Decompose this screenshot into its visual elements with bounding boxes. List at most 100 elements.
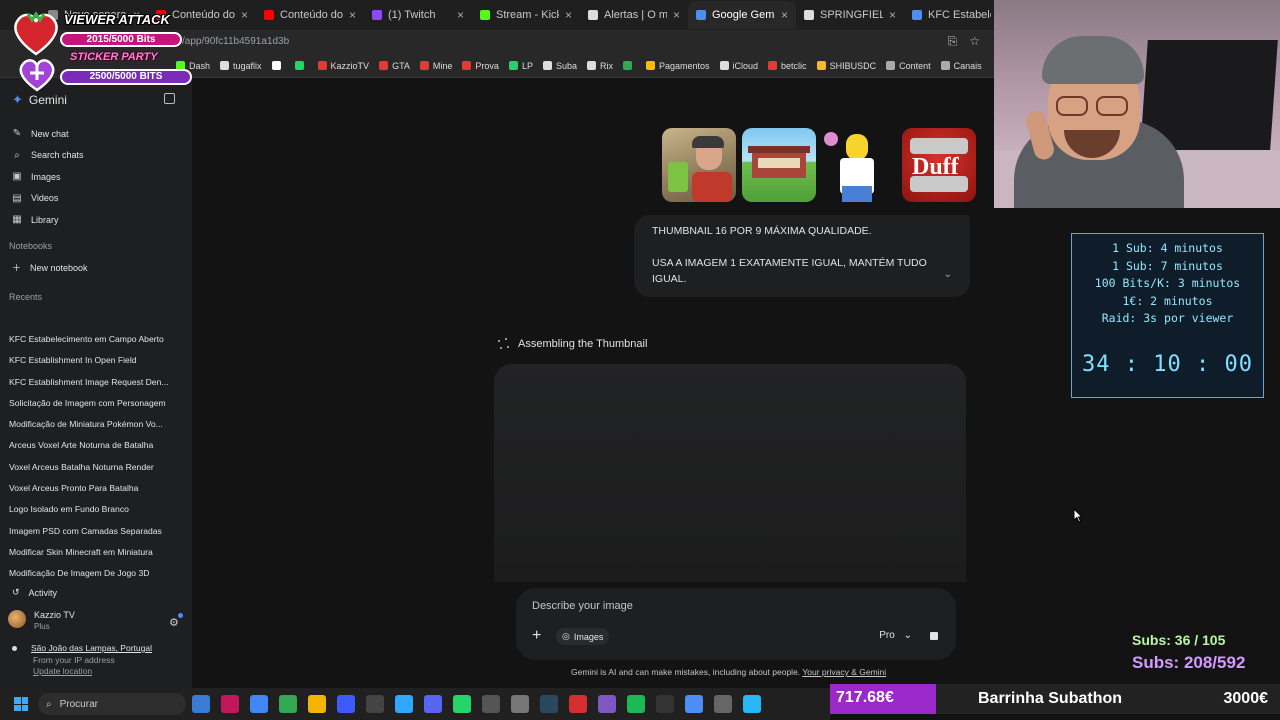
bookmark-item[interactable]: LP — [508, 61, 533, 71]
settings-gear-icon[interactable]: ⚙ — [169, 616, 179, 629]
taskbar-app-icon[interactable] — [685, 695, 703, 713]
taskbar-app-icon[interactable] — [743, 695, 761, 713]
sidebar-item-search-chats[interactable]: ⌕ Search chats — [12, 145, 83, 167]
recent-chat-item[interactable]: Arceus Voxel Arte Noturna de Batalha — [9, 440, 184, 461]
privacy-link[interactable]: Your privacy & Gemini — [802, 667, 886, 677]
taskbar-app-icon[interactable] — [366, 695, 384, 713]
close-tab-icon[interactable]: × — [565, 8, 572, 22]
recent-chat-item[interactable]: Voxel Arceus Batalha Noturna Render — [9, 462, 184, 483]
bookmark-item[interactable]: SHIBUSDC — [816, 61, 876, 71]
bookmark-item[interactable]: Content — [886, 61, 931, 71]
bookmark-item[interactable]: Pagamentos — [645, 61, 710, 71]
taskbar-app-icon[interactable] — [395, 695, 413, 713]
taskbar-app-icon[interactable] — [279, 695, 297, 713]
url-text[interactable]: /app/90fc11b4591a1d3b — [182, 36, 289, 47]
sidebar-item-new-chat[interactable]: ✎ New chat — [12, 123, 84, 145]
bookmark-item[interactable]: Mine — [419, 61, 452, 71]
attached-image-2[interactable] — [742, 128, 816, 202]
taskbar-app-icon[interactable] — [598, 695, 616, 713]
translate-icon[interactable]: ⎘ — [948, 34, 958, 49]
prompt-composer[interactable]: Describe your image + ◎ Images Pro ⌄ — [516, 588, 956, 660]
taskbar-app-icon[interactable] — [540, 695, 558, 713]
bookmark-item[interactable] — [271, 61, 285, 70]
bookmark-item[interactable]: Prova — [462, 61, 499, 71]
recent-chat-item[interactable]: Modificação de Miniatura Pokémon Vo... — [9, 419, 184, 440]
bookmark-item[interactable]: betclic — [768, 61, 807, 71]
taskbar-app-icon[interactable] — [511, 695, 529, 713]
taskbar-app-icon[interactable] — [192, 695, 210, 713]
taskbar-app-icon[interactable] — [337, 695, 355, 713]
tab-favicon-icon — [264, 10, 274, 20]
bookmark-icon — [317, 61, 327, 70]
prompt-input[interactable]: Describe your image — [532, 600, 633, 612]
taskbar-app-icon[interactable] — [627, 695, 645, 713]
prompt-line-1: THUMBNAIL 16 POR 9 MÁXIMA QUALIDADE. — [652, 225, 872, 237]
taskbar-app-icon[interactable] — [250, 695, 268, 713]
bookmark-item[interactable] — [294, 61, 308, 70]
bookmark-item[interactable]: Rix — [586, 61, 613, 71]
browser-tab[interactable]: (1) Twitch × — [364, 1, 472, 29]
sidebar-item-images[interactable]: ▣ Images — [12, 166, 84, 188]
banana-icon: ◎ — [562, 631, 570, 641]
model-selector[interactable]: Pro ⌄ — [879, 630, 912, 641]
taskbar-app-icon[interactable] — [482, 695, 500, 713]
attached-image-4[interactable]: Duff — [902, 128, 976, 202]
expand-chevron-icon[interactable]: ⌄ — [944, 267, 952, 283]
bookmark-label: Content — [899, 60, 931, 71]
user-profile[interactable]: Kazzio TV Plus — [8, 610, 75, 631]
recent-chat-item[interactable]: KFC Estabelecimento em Campo Aberto — [9, 334, 184, 355]
browser-tab[interactable]: Stream - Kick Dashboard × — [472, 1, 580, 29]
bookmark-item[interactable]: Canais — [940, 61, 982, 71]
stop-generation-button[interactable] — [930, 632, 938, 640]
gemini-brand[interactable]: ✦ Gemini — [12, 92, 67, 108]
bookmark-item[interactable]: GTA — [379, 61, 410, 71]
sidebar-toggle-icon[interactable] — [164, 93, 175, 104]
bookmark-item[interactable]: iCloud — [719, 61, 758, 71]
close-tab-icon[interactable]: × — [673, 8, 680, 22]
close-tab-icon[interactable]: × — [781, 8, 788, 22]
recent-chat-item[interactable]: Logo Isolado em Fundo Branco — [9, 504, 184, 525]
add-attachment-icon[interactable]: + — [532, 627, 541, 645]
recent-chat-item[interactable]: Modificar Skin Minecraft em Miniatura — [9, 547, 184, 568]
browser-tab[interactable]: Alertas | O melhor × — [580, 1, 688, 29]
browser-tab[interactable]: Google Gemini × — [688, 1, 796, 29]
update-location-link[interactable]: Update location — [12, 666, 152, 678]
bookmark-item[interactable]: Suba — [542, 61, 577, 71]
close-tab-icon[interactable]: × — [241, 8, 248, 22]
video-icon: ▤ — [12, 192, 22, 204]
taskbar-app-icon[interactable] — [424, 695, 442, 713]
close-tab-icon[interactable]: × — [889, 8, 896, 22]
bookmark-item[interactable]: KazzioTV — [317, 60, 370, 71]
taskbar-app-icon[interactable] — [453, 695, 471, 713]
browser-tab[interactable]: Conteúdo do canal × — [256, 1, 364, 29]
new-notebook-button[interactable]: ＋ New notebook — [12, 261, 88, 274]
sidebar-item-library[interactable]: ▦ Library — [12, 209, 84, 231]
taskbar-app-icon[interactable] — [656, 695, 674, 713]
taskbar-search[interactable]: ⌕ Procurar — [38, 693, 186, 715]
recent-chat-item[interactable]: Solicitação de Imagem com Personagem — [9, 398, 184, 419]
close-tab-icon[interactable]: × — [349, 8, 356, 22]
bookmark-label: KazzioTV — [330, 60, 370, 71]
activity-button[interactable]: ↺ Activity — [12, 587, 57, 598]
location-place-link[interactable]: São João das Lampas, Portugal — [31, 643, 152, 653]
recent-chat-item[interactable]: Voxel Arceus Pronto Para Batalha — [9, 483, 184, 504]
browser-tab[interactable]: SPRINGFIELD LANDMARK × — [796, 1, 904, 29]
windows-start-icon[interactable] — [14, 697, 28, 711]
attached-image-1[interactable] — [662, 128, 736, 202]
images-tool-chip[interactable]: ◎ Images — [556, 628, 610, 645]
bookmark-item[interactable] — [622, 61, 636, 70]
taskbar-app-icon[interactable] — [221, 695, 239, 713]
recent-chat-item[interactable]: KFC Establishment In Open Field — [9, 355, 184, 376]
notebooks-heading: Notebooks — [9, 241, 53, 251]
attached-image-3[interactable] — [822, 128, 896, 202]
taskbar-app-icon[interactable] — [308, 695, 326, 713]
close-tab-icon[interactable]: × — [457, 8, 464, 22]
taskbar-app-icon[interactable] — [714, 695, 732, 713]
sidebar-item-videos[interactable]: ▤ Videos — [12, 188, 84, 210]
recent-chat-item[interactable]: Imagem PSD com Camadas Separadas — [9, 526, 184, 547]
bookmark-star-icon[interactable]: ☆ — [969, 34, 980, 49]
bookmark-item[interactable]: tugaflix — [220, 61, 262, 71]
taskbar-app-icon[interactable] — [569, 695, 587, 713]
sticker-party-progress: 2500/5000 BITS — [60, 69, 192, 85]
recent-chat-item[interactable]: KFC Establishment Image Request Den... — [9, 377, 184, 398]
